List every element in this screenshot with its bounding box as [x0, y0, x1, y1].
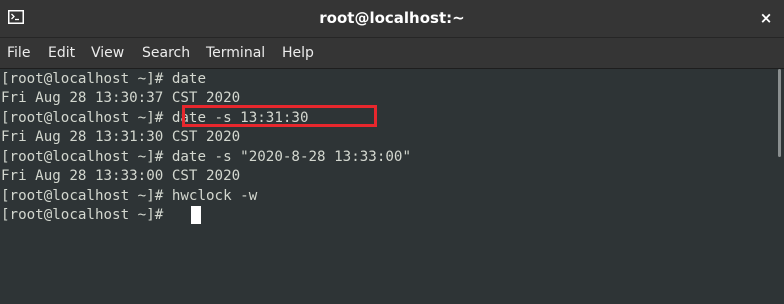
menu-view[interactable]: View [91, 38, 124, 68]
close-icon[interactable]: × [756, 8, 776, 28]
menu-bar: File Edit View Search Terminal Help [0, 38, 784, 69]
highlight-box [182, 105, 377, 127]
scrollbar-thumb[interactable] [778, 69, 781, 157]
menu-file[interactable]: File [7, 38, 30, 68]
terminal-line: [root@localhost ~]# date -s "2020-8-28 1… [1, 149, 411, 165]
terminal-line: [root@localhost ~]# [1, 207, 172, 223]
terminal-window: root@localhost:~ × File Edit View Search… [0, 0, 784, 304]
terminal-line: [root@localhost ~]# hwclock -w [1, 188, 258, 204]
menu-search[interactable]: Search [142, 38, 190, 68]
scrollbar[interactable] [776, 69, 782, 304]
terminal-line: Fri Aug 28 13:33:00 CST 2020 [1, 168, 241, 184]
terminal-line: [root@localhost ~]# date [1, 71, 206, 87]
text-cursor [191, 206, 201, 224]
menu-terminal[interactable]: Terminal [206, 38, 265, 68]
terminal-line: Fri Aug 28 13:31:30 CST 2020 [1, 129, 241, 145]
menu-help[interactable]: Help [282, 38, 314, 68]
title-bar[interactable]: root@localhost:~ × [0, 0, 784, 38]
window-title: root@localhost:~ [319, 9, 465, 27]
terminal-output[interactable]: [root@localhost ~]# date Fri Aug 28 13:3… [0, 69, 784, 304]
menu-edit[interactable]: Edit [48, 38, 75, 68]
